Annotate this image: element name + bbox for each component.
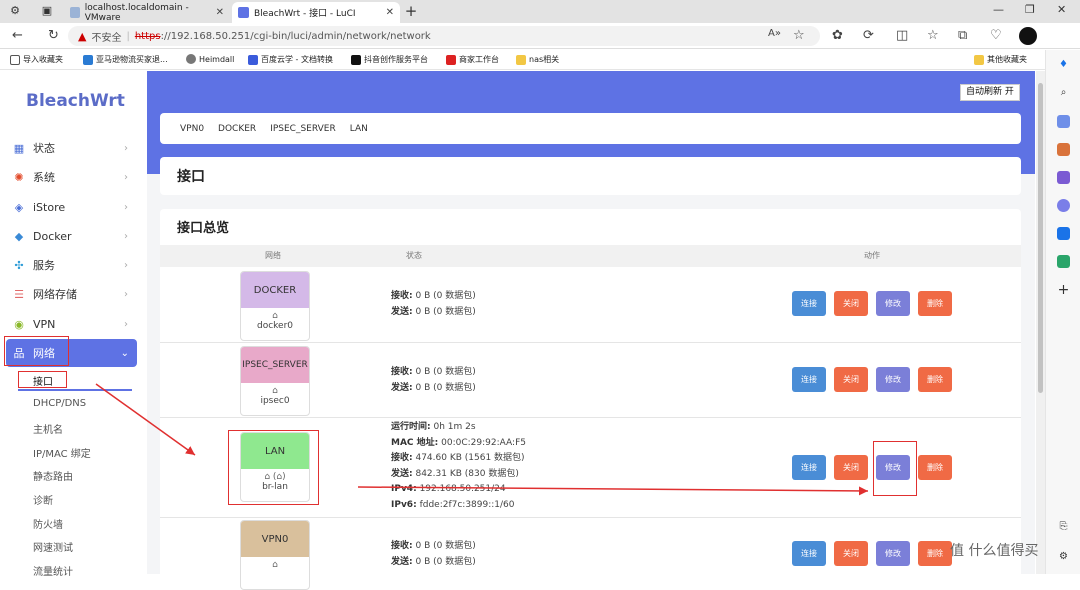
watermark: 值 什么值得买 — [950, 540, 1038, 560]
watermark-text: 值 什么值得买 — [950, 543, 1039, 559]
arrow-to-lan — [95, 383, 196, 456]
arrow-to-edit — [357, 486, 869, 496]
annotation-arrows — [95, 383, 869, 496]
